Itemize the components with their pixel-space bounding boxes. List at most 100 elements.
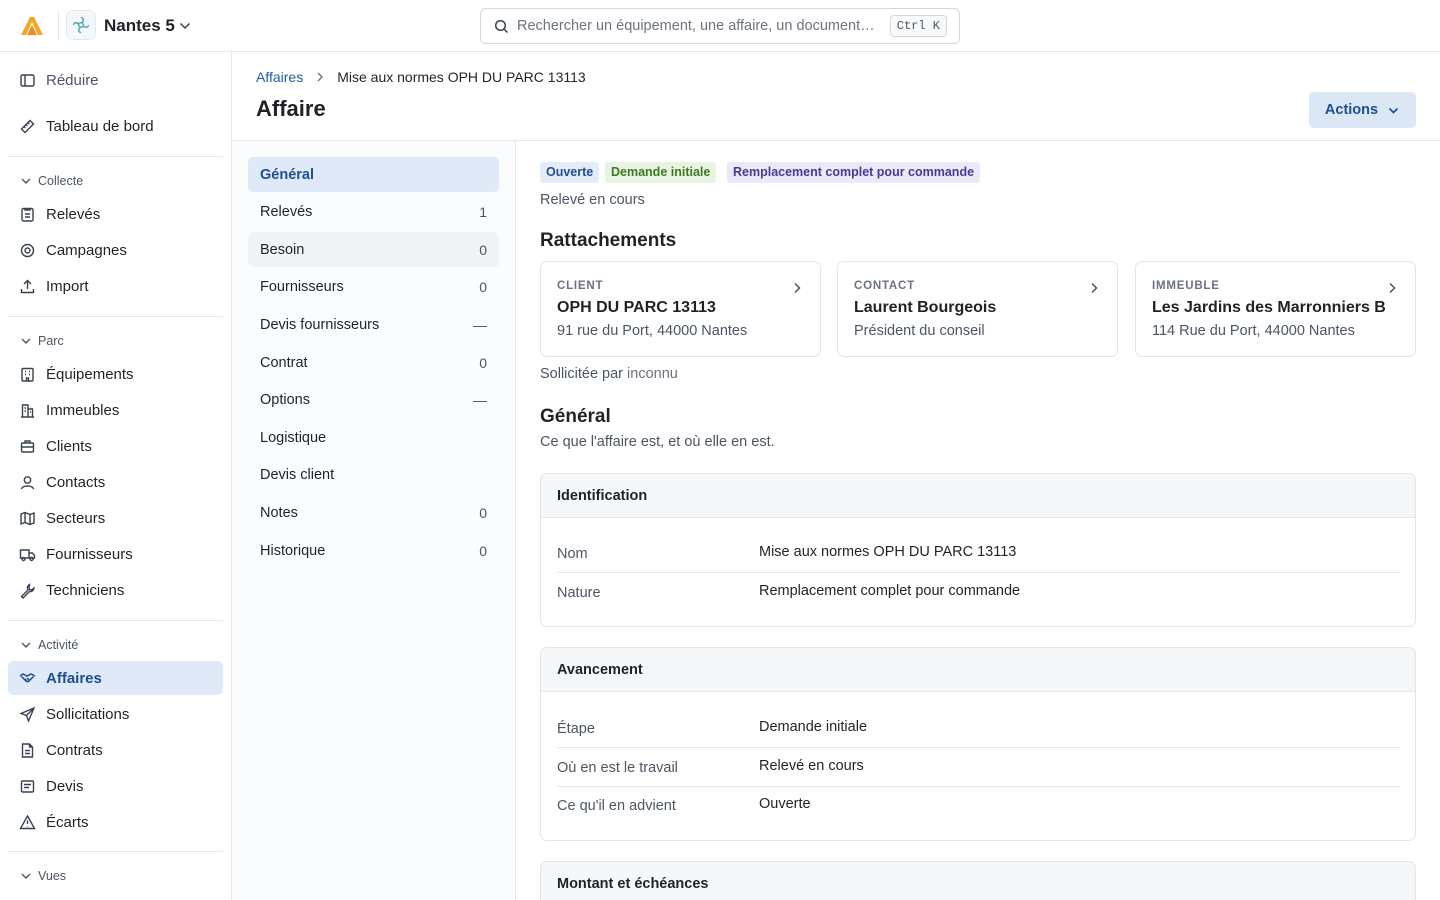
sidebar: Réduire Tableau de bord Collecte Relevés… (0, 52, 232, 900)
sidebar-item-equipements[interactable]: Équipements (8, 357, 223, 391)
sidebar-item-clients[interactable]: Clients (8, 429, 223, 463)
sidebar-section-vues[interactable]: Vues (20, 869, 66, 883)
actions-dropdown-button[interactable]: Actions (1309, 92, 1416, 128)
field-row-nom: Nom Mise aux normes OPH DU PARC 13113 (557, 535, 1400, 573)
subnav-item-devis-client[interactable]: Devis client (248, 457, 499, 492)
breadcrumb-link-affaires[interactable]: Affaires (256, 69, 303, 85)
subnav-item-label: Options (260, 391, 310, 408)
subnav-item-releves[interactable]: Relevés 1 (248, 194, 499, 229)
status-badge-nature: Remplacement complet pour commande (727, 162, 981, 183)
card-title: OPH DU PARC 13113 (557, 299, 716, 316)
field-row-nature: Nature Remplacement complet pour command… (557, 574, 1400, 612)
sidebar-item-label: Contacts (46, 473, 106, 491)
sidebar-section-label: Vues (38, 869, 67, 883)
page-title: Affaire (256, 96, 326, 121)
subnav-item-count: 0 (479, 354, 487, 371)
handshake-icon (19, 670, 36, 687)
sidebar-item-affaires[interactable]: Affaires (8, 661, 223, 695)
org-switch-chevron-down-icon[interactable] (178, 19, 192, 33)
general-heading: Général (540, 406, 611, 427)
sidebar-item-fournisseurs[interactable]: Fournisseurs (8, 537, 223, 571)
upload-icon (19, 278, 36, 295)
top-bar: Nantes 5 Rechercher un équipement, une a… (0, 0, 1440, 52)
panel-title: Identification (541, 474, 1415, 518)
sidebar-panel-icon (19, 72, 36, 89)
subnav-item-notes[interactable]: Notes 0 (248, 495, 499, 530)
subnav-item-count: — (473, 391, 487, 408)
app-logo-icon[interactable] (18, 12, 46, 40)
card-kicker: IMMEUBLE (1152, 280, 1220, 292)
field-value: Ouverte (759, 796, 811, 812)
search-placeholder: Rechercher un équipement, une affaire, u… (517, 18, 875, 34)
subnav-item-logistique[interactable]: Logistique (248, 420, 499, 455)
sidebar-collapse-button[interactable]: Réduire (8, 63, 223, 97)
ruler-icon (19, 118, 36, 135)
chevron-right-icon (314, 71, 326, 83)
montant-panel: Montant et échéances (540, 861, 1416, 900)
sidebar-section-parc[interactable]: Parc (20, 334, 64, 348)
sidebar-item-immeubles[interactable]: Immeubles (8, 393, 223, 427)
sidebar-item-label: Sollicitations (46, 705, 130, 723)
sidebar-item-contacts[interactable]: Contacts (8, 465, 223, 499)
subnav-item-label: Relevés (260, 203, 313, 220)
subnav-item-contrat[interactable]: Contrat 0 (248, 345, 499, 380)
org-avatar-icon[interactable] (66, 10, 96, 40)
user-icon (19, 474, 36, 491)
panel-title: Avancement (541, 648, 1415, 692)
attachment-card-contact[interactable]: CONTACT Laurent Bourgeois Président du c… (837, 261, 1118, 357)
sidebar-item-label: Relevés (46, 205, 101, 223)
sidebar-section-activite[interactable]: Activité (20, 638, 78, 652)
sidebar-item-label: Tableau de bord (46, 117, 154, 135)
field-row-travail: Où en est le travail Relevé en cours (557, 749, 1400, 787)
subnav-item-label: Logistique (260, 429, 327, 446)
chevron-down-icon (21, 338, 31, 344)
card-kicker: CONTACT (854, 280, 915, 292)
subnav-item-count: 1 (479, 203, 487, 220)
subnav-item-count: 0 (479, 278, 487, 295)
attachment-card-immeuble[interactable]: IMMEUBLE Les Jardins des Marronniers B 1… (1135, 261, 1416, 357)
apartment-icon (19, 402, 36, 419)
sidebar-item-devis[interactable]: Devis (8, 769, 223, 803)
sidebar-item-dashboard[interactable]: Tableau de bord (8, 109, 223, 143)
sidebar-item-secteurs[interactable]: Secteurs (8, 501, 223, 535)
sidebar-item-label: Contrats (46, 741, 103, 759)
receipt-icon (19, 778, 36, 795)
global-search-input[interactable]: Rechercher un équipement, une affaire, u… (480, 8, 960, 44)
wrench-icon (19, 582, 36, 599)
avancement-panel: Avancement Étape Demande initiale Où en … (540, 647, 1416, 841)
org-name[interactable]: Nantes 5 (104, 16, 175, 36)
subnav-item-label: Historique (260, 542, 326, 559)
panel-title: Montant et échéances (541, 862, 1415, 900)
sidebar-section-label: Collecte (38, 174, 84, 188)
sidebar-item-releves[interactable]: Relevés (8, 197, 223, 231)
subnav-item-count: 0 (479, 241, 487, 258)
subnav-item-historique[interactable]: Historique 0 (248, 533, 499, 568)
card-title: Laurent Bourgeois (854, 299, 997, 316)
sidebar-item-contrats[interactable]: Contrats (8, 733, 223, 767)
search-shortcut-badge: Ctrl K (889, 15, 947, 37)
chevron-down-icon (21, 873, 31, 879)
sidebar-item-import[interactable]: Import (8, 269, 223, 303)
map-icon (19, 510, 36, 527)
sidebar-item-label: Secteurs (46, 509, 106, 527)
subnav-item-besoin[interactable]: Besoin 0 (248, 232, 499, 267)
subnav-item-devis-fournisseurs[interactable]: Devis fournisseurs — (248, 307, 499, 342)
sidebar-item-campagnes[interactable]: Campagnes (8, 233, 223, 267)
sidebar-section-collecte[interactable]: Collecte (20, 174, 83, 188)
subnav-item-count: 0 (479, 504, 487, 521)
sidebar-item-techniciens[interactable]: Techniciens (8, 573, 223, 607)
sidebar-item-ecarts[interactable]: Écarts (8, 805, 223, 839)
subnav-item-options[interactable]: Options — (248, 382, 499, 417)
attachment-card-client[interactable]: CLIENT OPH DU PARC 13113 91 rue du Port,… (540, 261, 821, 357)
clipboard-icon (19, 206, 36, 223)
subnav-item-fournisseurs[interactable]: Fournisseurs 0 (248, 269, 499, 304)
solicited-by: Sollicitée par inconnu (540, 366, 678, 382)
subnav-item-general[interactable]: Général (248, 157, 499, 192)
building-icon (19, 366, 36, 383)
sidebar-item-label: Affaires (46, 669, 102, 687)
search-icon (494, 19, 509, 34)
field-value: Remplacement complet pour commande (759, 583, 1021, 599)
chevron-down-icon (21, 642, 31, 648)
sidebar-item-sollicitations[interactable]: Sollicitations (8, 697, 223, 731)
chevron-right-icon (1385, 281, 1399, 295)
